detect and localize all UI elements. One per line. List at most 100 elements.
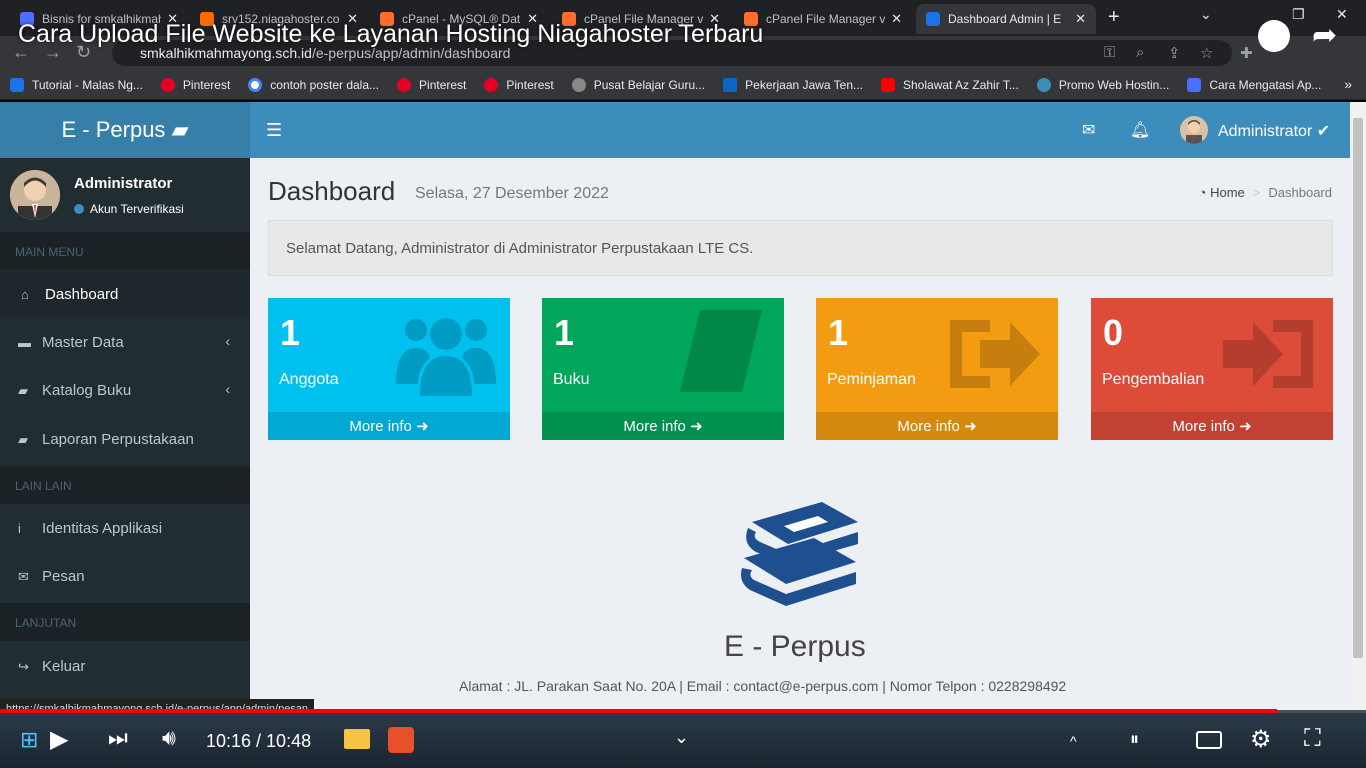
volume-icon[interactable]: 🔊︎ (162, 725, 176, 751)
fullscreen-icon[interactable]: ⛶ (1304, 725, 1321, 753)
user-status: Akun Terverifikasi (74, 202, 184, 216)
chevron-left-icon: ‹ (225, 381, 230, 397)
restore-window-icon[interactable]: ❐ (1292, 6, 1305, 23)
sidebar-item-dashboard[interactable]: ⌂ Dashboard (0, 271, 250, 317)
avatar[interactable] (1180, 116, 1208, 144)
footer-brand-name: E - Perpus (724, 630, 866, 663)
watch-later-icon[interactable] (1258, 20, 1290, 52)
bookmark[interactable]: Promo Web Hostin... (1036, 77, 1169, 92)
menu-header: LAIN LAIN (0, 466, 250, 504)
file-explorer-icon[interactable] (344, 729, 370, 749)
bookmark[interactable]: Tutorial - Malas Ng... (10, 77, 143, 92)
bookmark-favicon-icon (1187, 77, 1202, 92)
sign-in-icon (1223, 320, 1313, 388)
app-logo[interactable]: E - Perpus ▰ (0, 102, 250, 158)
book-icon: ▰ (171, 117, 189, 142)
app-taskbar-icon[interactable] (388, 727, 414, 753)
play-icon[interactable]: ▶ (50, 725, 68, 754)
verified-icon (74, 204, 84, 214)
share-icon[interactable]: ⇪ (1168, 44, 1181, 62)
bookmark[interactable]: Cara Mengatasi Ap... (1187, 77, 1321, 92)
stat-value: 1 (554, 312, 575, 353)
sidebar-item-identitas[interactable]: i Identitas Applikasi (0, 505, 250, 551)
bell-icon[interactable]: 🔔︎ (1130, 120, 1150, 140)
menu-header: LANJUTAN (0, 603, 250, 641)
page-scrollbar[interactable] (1350, 102, 1366, 710)
bookmark[interactable]: Pinterest (397, 77, 466, 92)
web-app: E - Perpus ▰ ☰ ✉ 🔔︎ Administrator ✔ Admi… (0, 102, 1350, 710)
scrollbar-thumb[interactable] (1353, 118, 1363, 658)
video-share-icon[interactable]: ➦ (1312, 18, 1337, 53)
pinterest-icon (484, 77, 499, 92)
tray-chevron-up-icon[interactable]: ^ (1070, 733, 1077, 749)
more-info-link[interactable]: More info ➜ (542, 412, 784, 440)
breadcrumb-home[interactable]: Home (1210, 185, 1245, 200)
video-controls-and-taskbar: ⊞ ▶ ⏭ 🔊︎ 10:16 / 10:48 ⌄ ^ ⏸ ⚙ ⛶ (0, 713, 1366, 768)
sidebar-item-laporan[interactable]: ▰ Laporan Perpustakaan (0, 416, 250, 462)
subtitles-icon[interactable] (1196, 731, 1222, 749)
stat-box-pengembalian: 0 Pengembalian More info ➜ (1091, 298, 1333, 440)
share-icon (950, 320, 1040, 388)
sidebar-item-katalog-buku[interactable]: ▰ Katalog Buku ‹ (0, 367, 250, 413)
sidebar-user-name: Administrator (74, 175, 173, 192)
close-window-icon[interactable]: ✕ (1336, 6, 1348, 23)
menu-header: MAIN MENU (0, 232, 250, 270)
stat-label: Pengembalian (1102, 371, 1205, 388)
bookmark-star-icon[interactable]: ☆ (1200, 44, 1213, 62)
sidebar-item-keluar[interactable]: ↪ Keluar (0, 643, 250, 689)
google-icon (248, 77, 263, 92)
tab-search-icon[interactable]: ⌄ (1200, 6, 1212, 23)
youtube-icon (881, 77, 895, 92)
settings-gear-icon[interactable]: ⚙ (1250, 725, 1272, 754)
stat-value: 1 (828, 312, 849, 353)
more-bookmarks-icon[interactable]: » (1344, 76, 1352, 92)
sidebar-toggle-icon[interactable]: ☰ (266, 120, 282, 141)
arrow-circle-right-icon: ➜ (690, 418, 703, 435)
bookmark[interactable]: Pusat Belajar Guru... (571, 77, 705, 92)
close-tab-icon[interactable]: ✕ (1075, 11, 1086, 27)
stat-label: Anggota (279, 371, 339, 388)
bookmark[interactable]: Pinterest (160, 77, 230, 92)
more-info-link[interactable]: More info ➜ (1091, 412, 1333, 440)
bookmark[interactable]: Pinterest (484, 77, 554, 92)
folder-icon: ▬ (18, 335, 31, 350)
pinterest-icon (397, 77, 412, 92)
home-icon: ⌂ (21, 287, 29, 302)
tab-favicon-icon (926, 12, 940, 26)
page-title: Dashboard (268, 176, 396, 206)
stat-value: 1 (280, 312, 301, 353)
arrow-circle-right-icon: ➜ (964, 418, 977, 435)
more-info-link[interactable]: More info ➜ (268, 412, 510, 440)
linkedin-icon (723, 77, 738, 92)
next-video-icon[interactable]: ⏭ (108, 725, 128, 751)
extensions-icon[interactable]: ✚ (1240, 44, 1253, 62)
zoom-icon[interactable]: ⌕ (1136, 44, 1144, 61)
page-date: Selasa, 27 Desember 2022 (415, 185, 609, 202)
new-tab-button[interactable]: + (1108, 6, 1120, 29)
welcome-callout: Selamat Datang, Administrator di Adminis… (268, 220, 1333, 276)
pinterest-icon (160, 77, 175, 92)
bookmark[interactable]: Sholawat Az Zahir T... (881, 77, 1019, 92)
more-info-link[interactable]: More info ➜ (816, 412, 1058, 440)
book-icon: ▰ (18, 432, 28, 447)
bookmark[interactable]: Pekerjaan Jawa Ten... (723, 77, 863, 92)
nav-user-menu[interactable]: Administrator ✔ (1218, 121, 1330, 141)
footer-address: Alamat : JL. Parakan Saat No. 20A | Emai… (459, 678, 1067, 694)
dashboard-icon: ◔ (1198, 185, 1207, 200)
arrow-circle-right-icon: ➜ (1239, 418, 1252, 435)
pause-icon[interactable]: ⏸ (1130, 729, 1139, 750)
stat-box-anggota: 1 Anggota More info ➜ (268, 298, 510, 440)
bookmark-favicon-icon (1036, 77, 1051, 92)
bookmark-favicon-icon (571, 77, 586, 92)
sidebar-item-master-data[interactable]: ▬ Master Data ‹ (0, 319, 250, 365)
sidebar-item-pesan[interactable]: ✉ Pesan (0, 553, 250, 599)
chevron-down-icon[interactable]: ⌄ (674, 727, 689, 748)
stat-value: 0 (1103, 312, 1124, 353)
key-icon[interactable]: ⚿ (1104, 44, 1115, 61)
windows-start-icon[interactable]: ⊞ (20, 727, 38, 753)
envelope-icon[interactable]: ✉ (1082, 120, 1095, 140)
bookmark[interactable]: contoh poster dala... (248, 77, 379, 92)
close-tab-icon[interactable]: ✕ (891, 11, 902, 27)
browser-tab-active[interactable]: Dashboard Admin | E ✕ (916, 4, 1096, 34)
bookmarks-bar: Tutorial - Malas Ng... Pinterest contoh … (0, 70, 1366, 100)
